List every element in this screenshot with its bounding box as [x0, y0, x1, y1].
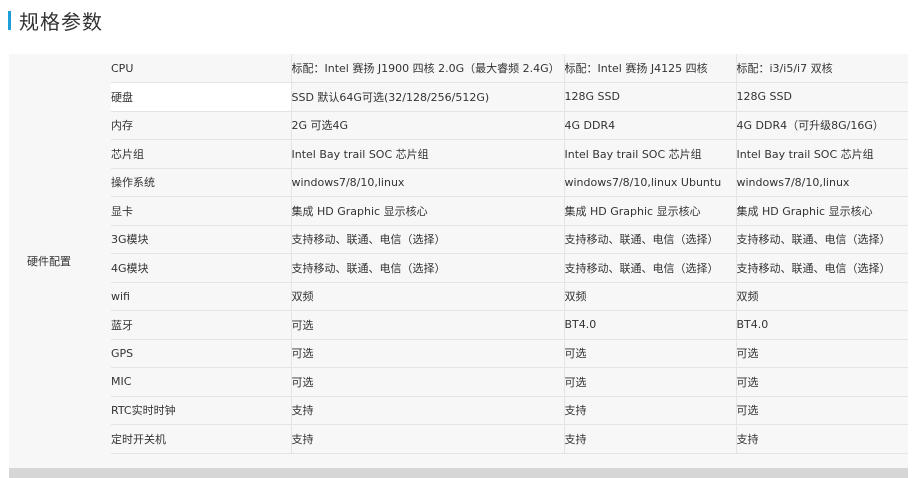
- spec-value-model-3: 可选: [735, 396, 908, 425]
- spec-value-model-2: 支持移动、联通、电信（选择）: [563, 225, 736, 254]
- table-row: 3G模块 支持移动、联通、电信（选择） 支持移动、联通、电信（选择） 支持移动、…: [111, 225, 908, 254]
- spec-row-label: 蓝牙: [111, 310, 291, 340]
- spec-value-model-3: BT4.0: [735, 310, 908, 340]
- spec-value-model-3: 128G SSD: [735, 82, 908, 112]
- spec-value-model-2: Intel Bay trail SOC 芯片组: [563, 139, 736, 169]
- spec-row-label: 显卡: [111, 196, 291, 226]
- footer-divider: [9, 468, 908, 478]
- spec-row-label: 芯片组: [111, 139, 291, 169]
- spec-value-model-2: 支持: [563, 396, 736, 425]
- spec-value-model-2: 集成 HD Graphic 显示核心: [563, 196, 736, 226]
- spec-value-model-1: Intel Bay trail SOC 芯片组: [290, 139, 564, 169]
- table-row: CPU 标配：Intel 赛扬 J1900 四核 2.0G（最大睿频 2.4G）…: [111, 54, 908, 83]
- spec-value-model-1: 双频: [290, 282, 564, 311]
- spec-value-model-2: BT4.0: [563, 310, 736, 340]
- category-label: 硬件配置: [27, 255, 71, 268]
- spec-value-model-1: 支持移动、联通、电信（选择）: [290, 225, 564, 254]
- spec-value-model-1: SSD 默认64G可选(32/128/256/512G): [290, 82, 564, 112]
- section-header: 规格参数: [8, 6, 103, 34]
- table-row: GPS 可选 可选 可选: [111, 339, 908, 368]
- table-row: wifi 双频 双频 双频: [111, 282, 908, 311]
- spec-row-label: 4G模块: [111, 253, 291, 283]
- table-row: 硬盘 SSD 默认64G可选(32/128/256/512G) 128G SSD…: [111, 82, 908, 112]
- title-accent-bar: [8, 10, 11, 30]
- table-row: 芯片组 Intel Bay trail SOC 芯片组 Intel Bay tr…: [111, 139, 908, 169]
- spec-value-model-1: 支持: [290, 424, 564, 454]
- table-row: 定时开关机 支持 支持 支持: [111, 424, 908, 454]
- table-row: RTC实时时钟 支持 支持 可选: [111, 396, 908, 425]
- table-row: 蓝牙 可选 BT4.0 BT4.0: [111, 310, 908, 340]
- spec-value-model-1: 可选: [290, 367, 564, 397]
- spec-value-model-3: 可选: [735, 367, 908, 397]
- spec-value-model-1: 可选: [290, 339, 564, 368]
- spec-value-model-2: 支持: [563, 424, 736, 454]
- spec-value-model-3: 支持移动、联通、电信（选择）: [735, 225, 908, 254]
- spec-value-model-2: 4G DDR4: [563, 111, 736, 140]
- table-row: MIC 可选 可选 可选: [111, 367, 908, 397]
- spec-row-label: MIC: [111, 367, 291, 397]
- spec-value-model-1: 标配：Intel 赛扬 J1900 四核 2.0G（最大睿频 2.4G）: [290, 54, 564, 83]
- spec-table: CPU 标配：Intel 赛扬 J1900 四核 2.0G（最大睿频 2.4G）…: [111, 54, 908, 454]
- table-row: 操作系统 windows7/8/10,linux windows7/8/10,l…: [111, 168, 908, 197]
- spec-row-label: CPU: [111, 54, 291, 83]
- spec-value-model-1: windows7/8/10,linux: [290, 168, 564, 197]
- spec-value-model-3: 集成 HD Graphic 显示核心: [735, 196, 908, 226]
- spec-value-model-3: 支持: [735, 424, 908, 454]
- spec-value-model-3: 标配：i3/i5/i7 双核: [735, 54, 908, 83]
- page-title: 规格参数: [19, 9, 103, 34]
- spec-table-body: CPU 标配：Intel 赛扬 J1900 四核 2.0G（最大睿频 2.4G）…: [111, 54, 908, 454]
- spec-value-model-1: 2G 可选4G: [290, 111, 564, 140]
- spec-value-model-3: Intel Bay trail SOC 芯片组: [735, 139, 908, 169]
- spec-value-model-1: 支持: [290, 396, 564, 425]
- table-row: 内存 2G 可选4G 4G DDR4 4G DDR4（可升级8G/16G）: [111, 111, 908, 140]
- spec-row-label: 操作系统: [111, 168, 291, 197]
- spec-value-model-2: 支持移动、联通、电信（选择）: [563, 253, 736, 283]
- table-row: 显卡 集成 HD Graphic 显示核心 集成 HD Graphic 显示核心…: [111, 196, 908, 226]
- spec-value-model-3: 支持移动、联通、电信（选择）: [735, 253, 908, 283]
- spec-value-model-2: 可选: [563, 367, 736, 397]
- spec-value-model-1: 可选: [290, 310, 564, 340]
- spec-value-model-2: 可选: [563, 339, 736, 368]
- spec-value-model-2: 标配：Intel 赛扬 J4125 四核: [563, 54, 736, 83]
- spec-value-model-3: 双频: [735, 282, 908, 311]
- spec-row-label: GPS: [111, 339, 291, 368]
- spec-row-label: RTC实时时钟: [111, 396, 291, 425]
- spec-row-label: 定时开关机: [111, 424, 291, 454]
- spec-value-model-1: 支持移动、联通、电信（选择）: [290, 253, 564, 283]
- spec-value-model-3: windows7/8/10,linux: [735, 168, 908, 197]
- spec-value-model-2: 128G SSD: [563, 82, 736, 112]
- spec-row-label: 内存: [111, 111, 291, 140]
- spec-row-label: 硬盘: [111, 82, 291, 112]
- spec-row-label: wifi: [111, 282, 291, 311]
- spec-value-model-2: windows7/8/10,linux Ubuntu: [563, 168, 736, 197]
- spec-value-model-1: 集成 HD Graphic 显示核心: [290, 196, 564, 226]
- spec-value-model-2: 双频: [563, 282, 736, 311]
- spec-table-container: 硬件配置 CPU 标配：Intel 赛扬 J1900 四核 2.0G（最大睿频 …: [9, 54, 908, 478]
- spec-row-label: 3G模块: [111, 225, 291, 254]
- table-row: 4G模块 支持移动、联通、电信（选择） 支持移动、联通、电信（选择） 支持移动、…: [111, 253, 908, 283]
- spec-value-model-3: 可选: [735, 339, 908, 368]
- spec-value-model-3: 4G DDR4（可升级8G/16G）: [735, 111, 908, 140]
